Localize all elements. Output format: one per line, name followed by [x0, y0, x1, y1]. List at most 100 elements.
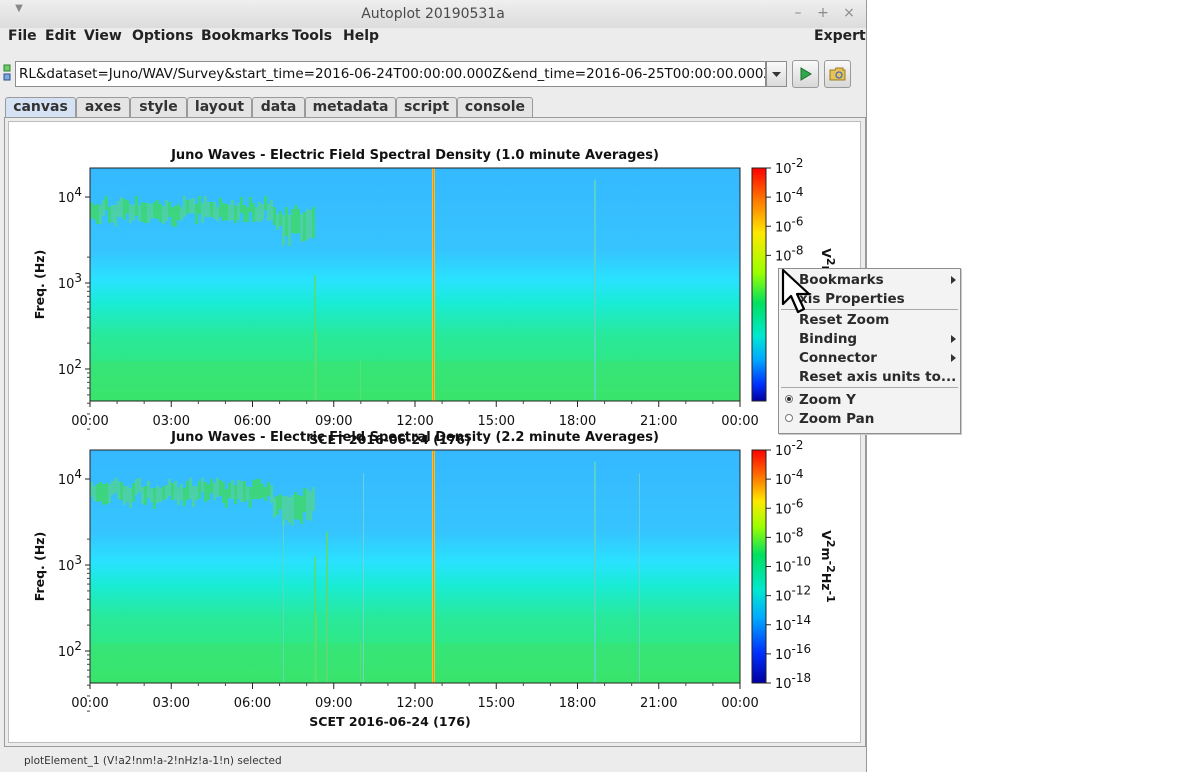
burst-cell: [132, 205, 135, 220]
burst-cell: [186, 481, 189, 500]
x-axis-label: SCET 2016-06-24 (176): [309, 714, 470, 729]
y-tick-label: 104: [58, 185, 82, 206]
event-streak: [283, 519, 284, 683]
burst-cell: [255, 479, 258, 499]
burst-cell: [135, 196, 138, 216]
burst-cell: [126, 200, 129, 214]
burst-cell: [312, 207, 315, 238]
radio-selected-icon[interactable]: [785, 395, 793, 403]
menu-separator: [781, 387, 958, 388]
x-tick-label: 00:00: [721, 696, 758, 711]
y-axis-label: Freq. (Hz): [32, 250, 47, 320]
burst-cell: [168, 202, 171, 217]
burst-cell: [267, 482, 270, 496]
event-streak: [315, 613, 317, 683]
burst-cell: [219, 480, 222, 496]
burst-cell: [198, 481, 201, 499]
burst-cell: [153, 202, 156, 218]
burst-cell: [123, 199, 126, 220]
menu-item-binding-label: Binding: [799, 331, 858, 347]
menu-item-axis-properties[interactable]: xis Properties: [799, 291, 905, 307]
x-tick-label: 18:00: [559, 414, 596, 429]
burst-cell: [243, 481, 246, 502]
burst-cell: [174, 206, 177, 227]
burst-cell: [111, 205, 114, 222]
menu-item-zoom-pan[interactable]: Zoom Pan: [799, 411, 874, 427]
spectrogram-plot-2[interactable]: Juno Waves - Electric Field Spectral Den…: [32, 430, 837, 729]
burst-cell: [138, 205, 141, 221]
burst-cell: [99, 205, 102, 224]
burst-cell: [105, 483, 108, 504]
colorbar-tick-label: 10-8: [775, 525, 803, 546]
event-streak: [594, 179, 596, 401]
colorbar-tick-label: 10-4: [775, 467, 803, 488]
burst-cell: [240, 481, 243, 502]
burst-cell: [234, 206, 237, 223]
burst-cell: [273, 207, 276, 225]
y-tick-label: 103: [58, 553, 82, 574]
burst-cell: [303, 488, 306, 512]
x-tick-label: 00:00: [71, 696, 108, 711]
burst-cell: [141, 487, 144, 504]
burst-cell: [99, 482, 102, 501]
burst-cell: [156, 486, 159, 503]
submenu-arrow-icon: [951, 354, 956, 362]
burst-cell: [204, 196, 207, 217]
burst-cell: [156, 200, 159, 219]
spectrogram-plot-1[interactable]: Juno Waves - Electric Field Spectral Den…: [32, 148, 837, 447]
burst-cell: [195, 204, 198, 224]
burst-cell: [93, 205, 96, 220]
burst-cell: [273, 497, 276, 518]
burst-cell: [201, 203, 204, 223]
x-tick-label: 21:00: [640, 696, 677, 711]
burst-cell: [234, 485, 237, 504]
burst-cell: [258, 202, 261, 222]
menu-item-binding[interactable]: Binding: [799, 331, 857, 347]
burst-cell: [159, 204, 162, 222]
spectrogram-low-band: [90, 361, 740, 401]
event-streak: [433, 168, 434, 401]
burst-cell: [240, 197, 243, 213]
burst-cell: [162, 206, 165, 224]
menu-item-connector-label: Connector: [799, 350, 877, 366]
burst-cell: [135, 479, 138, 495]
colorbar-tick-label: 10-12: [775, 584, 811, 605]
burst-cell: [177, 204, 180, 220]
burst-cell: [291, 209, 294, 233]
burst-cell: [189, 199, 192, 213]
burst-cell: [144, 486, 147, 505]
burst-cell: [108, 207, 111, 223]
burst-cell: [183, 488, 186, 506]
colorbar-label: V2m-2Hz-1: [819, 530, 837, 603]
radio-unselected-icon[interactable]: [785, 414, 793, 422]
burst-cell: [216, 478, 219, 497]
burst-cell: [213, 483, 216, 500]
x-tick-label: 06:00: [234, 696, 271, 711]
colorbar-tick-label: 10-16: [775, 642, 811, 663]
burst-cell: [129, 204, 132, 223]
menu-item-connector[interactable]: Connector: [799, 350, 877, 366]
colorbar-tick-label: 10-2: [775, 438, 803, 459]
mouse-cursor-icon: [781, 268, 811, 314]
burst-cell: [165, 200, 168, 221]
y-tick-label: 104: [58, 467, 82, 488]
menu-item-zoom-y[interactable]: Zoom Y: [799, 392, 856, 408]
burst-cell: [285, 496, 288, 520]
burst-cell: [195, 486, 198, 500]
x-tick-label: 09:00: [315, 696, 352, 711]
burst-cell: [276, 496, 279, 515]
burst-cell: [219, 198, 222, 217]
y-tick-label: 102: [58, 639, 82, 660]
burst-cell: [255, 207, 258, 221]
burst-cell: [114, 205, 117, 226]
burst-cell: [120, 197, 123, 217]
x-tick-label: 03:00: [153, 414, 190, 429]
burst-cell: [237, 203, 240, 220]
burst-cell: [120, 482, 123, 500]
menu-item-reset-axis-units[interactable]: Reset axis units to...: [799, 369, 956, 385]
burst-cell: [249, 487, 252, 508]
colorbar-tick-label: 10-18: [775, 671, 811, 692]
burst-cell: [294, 492, 297, 519]
burst-cell: [192, 198, 195, 213]
burst-cell: [303, 212, 306, 241]
